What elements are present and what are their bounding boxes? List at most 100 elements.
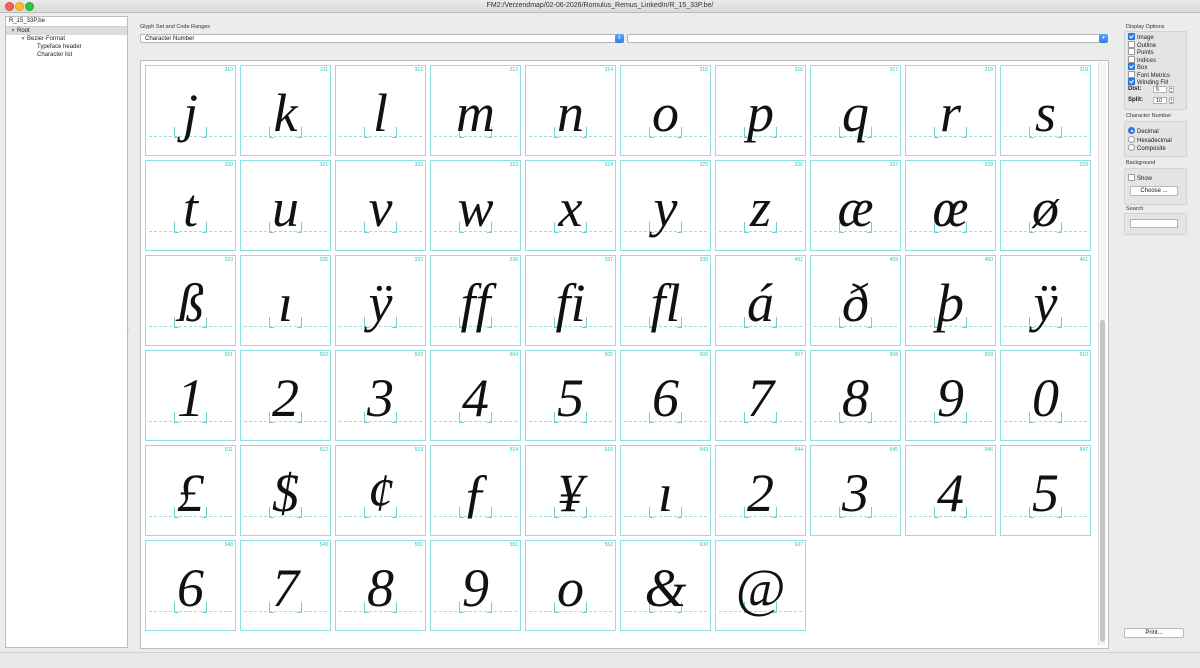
character-number-radio[interactable]: Hexadecimal (1128, 135, 1172, 144)
glyph-grid-scrollbar[interactable] (1098, 62, 1106, 645)
glyph-preview: £ (177, 463, 204, 523)
chevron-updown-icon: ⇕ (615, 34, 624, 43)
glyph-cell[interactable]: 549 7 (240, 540, 331, 631)
glyph-cell[interactable]: 316 p (715, 65, 806, 156)
glyph-cell[interactable]: 551 9 (430, 540, 521, 631)
glyph-cell[interactable]: 333 ß (145, 255, 236, 346)
scrollbar-thumb[interactable] (1100, 320, 1105, 642)
glyph-cell[interactable]: 548 6 (145, 540, 236, 631)
glyph-cell[interactable]: 326 z (715, 160, 806, 251)
code-range-select[interactable]: ▾ (627, 34, 1108, 43)
window-titlebar: FM2:/Verzendmap/02-06-2026/Romulus_Remus… (0, 0, 1200, 13)
glyph-cell[interactable]: 552 o (525, 540, 616, 631)
glyph-cell[interactable]: 503 3 (335, 350, 426, 441)
glyph-cell[interactable]: 461 ÿ (1000, 255, 1091, 346)
search-input[interactable] (1130, 219, 1178, 228)
glyph-cell[interactable]: 310 j (145, 65, 236, 156)
glyph-cell[interactable]: 338 fl (620, 255, 711, 346)
glyph-cell[interactable]: 336 ff (430, 255, 521, 346)
glyph-cell[interactable]: 550 8 (335, 540, 426, 631)
splitter-handle[interactable]: ‹ (127, 328, 130, 334)
glyph-cell[interactable]: 313 m (430, 65, 521, 156)
glyph-cell[interactable]: 320 t (145, 160, 236, 251)
glyph-cell[interactable]: 545 3 (810, 445, 901, 536)
background-show-checkbox[interactable]: Show (1128, 174, 1152, 182)
glyph-preview: æ (837, 178, 874, 238)
glyph-cell[interactable]: 333 ÿ (335, 255, 426, 346)
glyph-cell[interactable]: 505 5 (525, 350, 616, 441)
glyph-number: 317 (889, 67, 898, 73)
glyph-number: 314 (604, 67, 613, 73)
glyph-cell[interactable]: 323 w (430, 160, 521, 251)
glyph-cell[interactable]: 324 x (525, 160, 616, 251)
glyph-cell[interactable]: 516 ¥ (525, 445, 616, 536)
glyph-preview: x (558, 178, 583, 238)
disclosure-triangle-down-icon[interactable]: ▼ (9, 27, 17, 35)
glyph-number: 510 (1079, 352, 1088, 358)
glyph-cell[interactable]: 322 v (335, 160, 426, 251)
display-option-checkbox[interactable]: Outline (1128, 40, 1156, 49)
character-number-radio[interactable]: Decimal (1128, 127, 1159, 135)
display-option-checkbox[interactable]: Font Metrics (1128, 70, 1170, 79)
disclosure-triangle-down-icon[interactable]: ▼ (19, 35, 27, 43)
glyph-cell[interactable]: 543 ı (620, 445, 711, 536)
glyph-cell[interactable]: 546 4 (905, 445, 996, 536)
choose-background-button[interactable]: Choose ... (1130, 186, 1178, 196)
checkbox-icon (1128, 174, 1135, 181)
dist-field[interactable]: 5 (1153, 86, 1167, 93)
glyph-preview: o (557, 558, 584, 618)
glyph-cell[interactable]: 504 4 (430, 350, 521, 441)
tree-item[interactable]: ▼ Root (6, 27, 127, 35)
glyph-cell[interactable]: 321 u (240, 160, 331, 251)
glyph-cell[interactable]: 508 8 (810, 350, 901, 441)
display-option-checkbox[interactable]: Box (1128, 63, 1147, 71)
tree-item[interactable]: Character list (6, 51, 127, 59)
display-option-checkbox[interactable]: Indices (1128, 55, 1156, 64)
tree-item[interactable]: ▼ Bezier-Format (6, 35, 127, 43)
glyph-cell[interactable]: 337 fi (525, 255, 616, 346)
glyph-cell[interactable]: 514 ƒ (430, 445, 521, 536)
glyph-preview: 8 (842, 368, 869, 428)
display-option-checkbox[interactable]: Points (1128, 48, 1154, 56)
glyph-set-select[interactable]: Character Number ⇕ (140, 34, 624, 43)
glyph-cell[interactable]: 509 9 (905, 350, 996, 441)
glyph-cell[interactable]: 319 s (1000, 65, 1091, 156)
glyph-cell[interactable]: 512 $ (240, 445, 331, 536)
glyph-cell[interactable]: 513 ¢ (335, 445, 426, 536)
glyph-cell[interactable]: 325 y (620, 160, 711, 251)
glyph-cell[interactable]: 547 5 (1000, 445, 1091, 536)
glyph-cell[interactable]: 501 1 (145, 350, 236, 441)
glyph-cell[interactable]: 318 r (905, 65, 996, 156)
glyph-cell[interactable]: 402 á (715, 255, 806, 346)
checkbox-icon (1128, 55, 1135, 63)
glyph-cell[interactable]: 630 & (620, 540, 711, 631)
glyph-cell[interactable]: 502 2 (240, 350, 331, 441)
glyph-cell[interactable]: 314 n (525, 65, 616, 156)
tree-item[interactable]: Typeface header (6, 43, 127, 51)
print-button[interactable]: Print... (1124, 628, 1184, 638)
glyph-cell[interactable]: 315 o (620, 65, 711, 156)
glyph-cell[interactable]: 328 œ (905, 160, 996, 251)
display-option-checkbox[interactable]: Image (1128, 33, 1154, 41)
glyph-cell[interactable]: 506 6 (620, 350, 711, 441)
glyph-cell[interactable]: 317 q (810, 65, 901, 156)
glyph-cell[interactable]: 460 þ (905, 255, 996, 346)
split-field[interactable]: 10 (1153, 97, 1167, 104)
split-stepper[interactable]: ▴ ▾ (1169, 97, 1174, 104)
dist-stepper[interactable]: ▴ ▾ (1169, 86, 1174, 93)
glyph-cell[interactable]: 544 2 (715, 445, 806, 536)
glyph-cell[interactable]: 312 l (335, 65, 426, 156)
glyph-cell[interactable]: 507 7 (715, 350, 806, 441)
glyph-preview: ı (657, 463, 673, 523)
glyph-cell[interactable]: 637 @ (715, 540, 806, 631)
display-option-checkbox[interactable]: Winding Fill (1128, 78, 1168, 86)
glyph-cell[interactable]: 511 £ (145, 445, 236, 536)
character-number-radio[interactable]: Composite (1128, 144, 1166, 152)
glyph-cell[interactable]: 510 0 (1000, 350, 1091, 441)
glyph-cell[interactable]: 311 k (240, 65, 331, 156)
glyph-cell[interactable]: 459 ð (810, 255, 901, 346)
glyph-cell[interactable]: 329 ø (1000, 160, 1091, 251)
glyph-cell[interactable]: 335 ı (240, 255, 331, 346)
glyph-number: 630 (699, 542, 708, 548)
glyph-cell[interactable]: 327 æ (810, 160, 901, 251)
